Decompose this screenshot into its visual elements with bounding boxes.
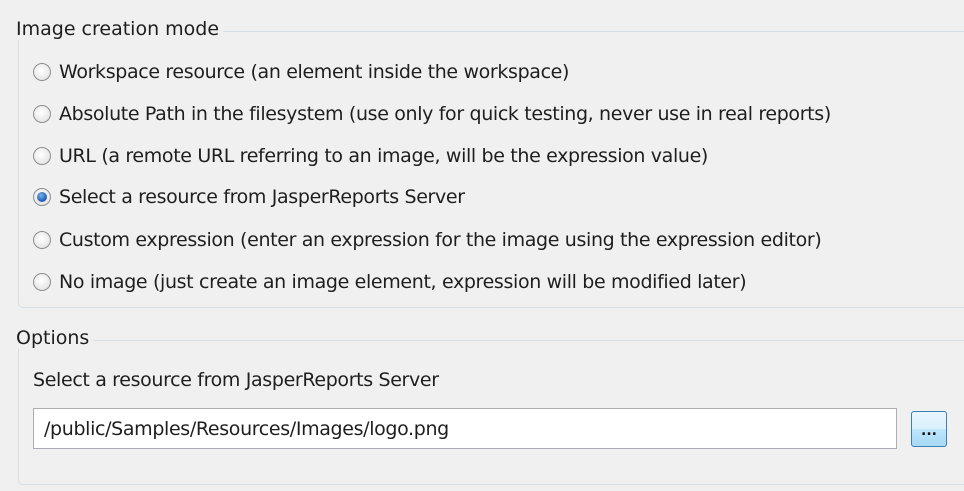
radio-button-jasperreports-server[interactable]	[33, 188, 51, 206]
radio-label: Workspace resource (an element inside th…	[59, 61, 570, 83]
radio-jasperreports-server[interactable]: Select a resource from JasperReports Ser…	[33, 182, 465, 212]
radio-button-absolute-path[interactable]	[33, 105, 51, 123]
radio-no-image[interactable]: No image (just create an image element, …	[33, 267, 747, 297]
radio-custom-expression[interactable]: Custom expression (enter an expression f…	[33, 225, 822, 255]
radio-absolute-path[interactable]: Absolute Path in the filesystem (use onl…	[33, 99, 831, 129]
browse-button-label: ...	[921, 423, 937, 439]
radio-workspace-resource[interactable]: Workspace resource (an element inside th…	[33, 57, 569, 87]
radio-label: Select a resource from JasperReports Ser…	[59, 186, 465, 208]
image-creation-mode-title: Image creation mode	[12, 18, 224, 40]
radio-button-no-image[interactable]	[33, 273, 51, 291]
resource-path-input[interactable]	[33, 408, 897, 449]
browse-button[interactable]: ...	[911, 411, 947, 447]
radio-url[interactable]: URL (a remote URL referring to an image,…	[33, 141, 708, 171]
radio-button-custom-expression[interactable]	[33, 231, 51, 249]
radio-label: Absolute Path in the filesystem (use onl…	[59, 103, 831, 125]
options-title: Options	[12, 327, 94, 349]
radio-label: URL (a remote URL referring to an image,…	[59, 145, 708, 167]
resource-label: Select a resource from JasperReports Ser…	[33, 369, 439, 391]
radio-button-url[interactable]	[33, 147, 51, 165]
radio-label: Custom expression (enter an expression f…	[59, 229, 822, 251]
radio-label: No image (just create an image element, …	[59, 271, 747, 293]
radio-button-workspace-resource[interactable]	[33, 63, 51, 81]
